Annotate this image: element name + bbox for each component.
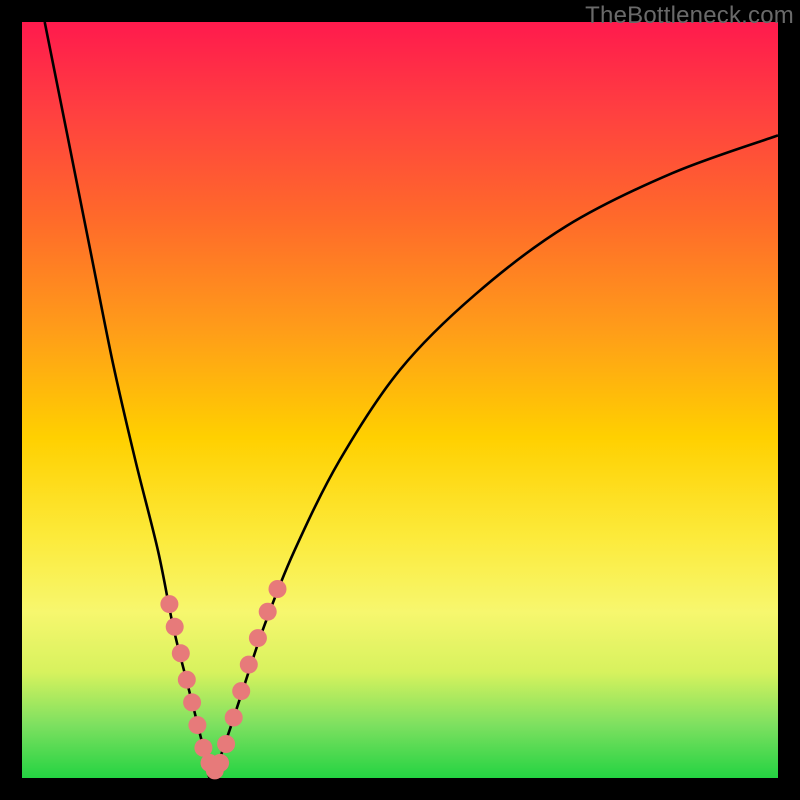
sample-marker [172, 644, 190, 662]
sample-marker [225, 709, 243, 727]
sample-marker [183, 693, 201, 711]
sample-marker [232, 682, 250, 700]
sample-marker [240, 656, 258, 674]
sample-marker [178, 671, 196, 689]
sample-marker [259, 603, 277, 621]
plot-area [22, 22, 778, 778]
sample-marker [249, 629, 267, 647]
sample-marker [166, 618, 184, 636]
sample-marker [217, 735, 235, 753]
bottleneck-curve [45, 22, 778, 778]
sample-marker [269, 580, 287, 598]
sample-markers-group [160, 580, 286, 779]
chart-frame: TheBottleneck.com [0, 0, 800, 800]
sample-marker [160, 595, 178, 613]
watermark-text: TheBottleneck.com [585, 2, 794, 30]
bottleneck-curve-svg [22, 22, 778, 778]
sample-marker [188, 716, 206, 734]
sample-marker [211, 754, 229, 772]
